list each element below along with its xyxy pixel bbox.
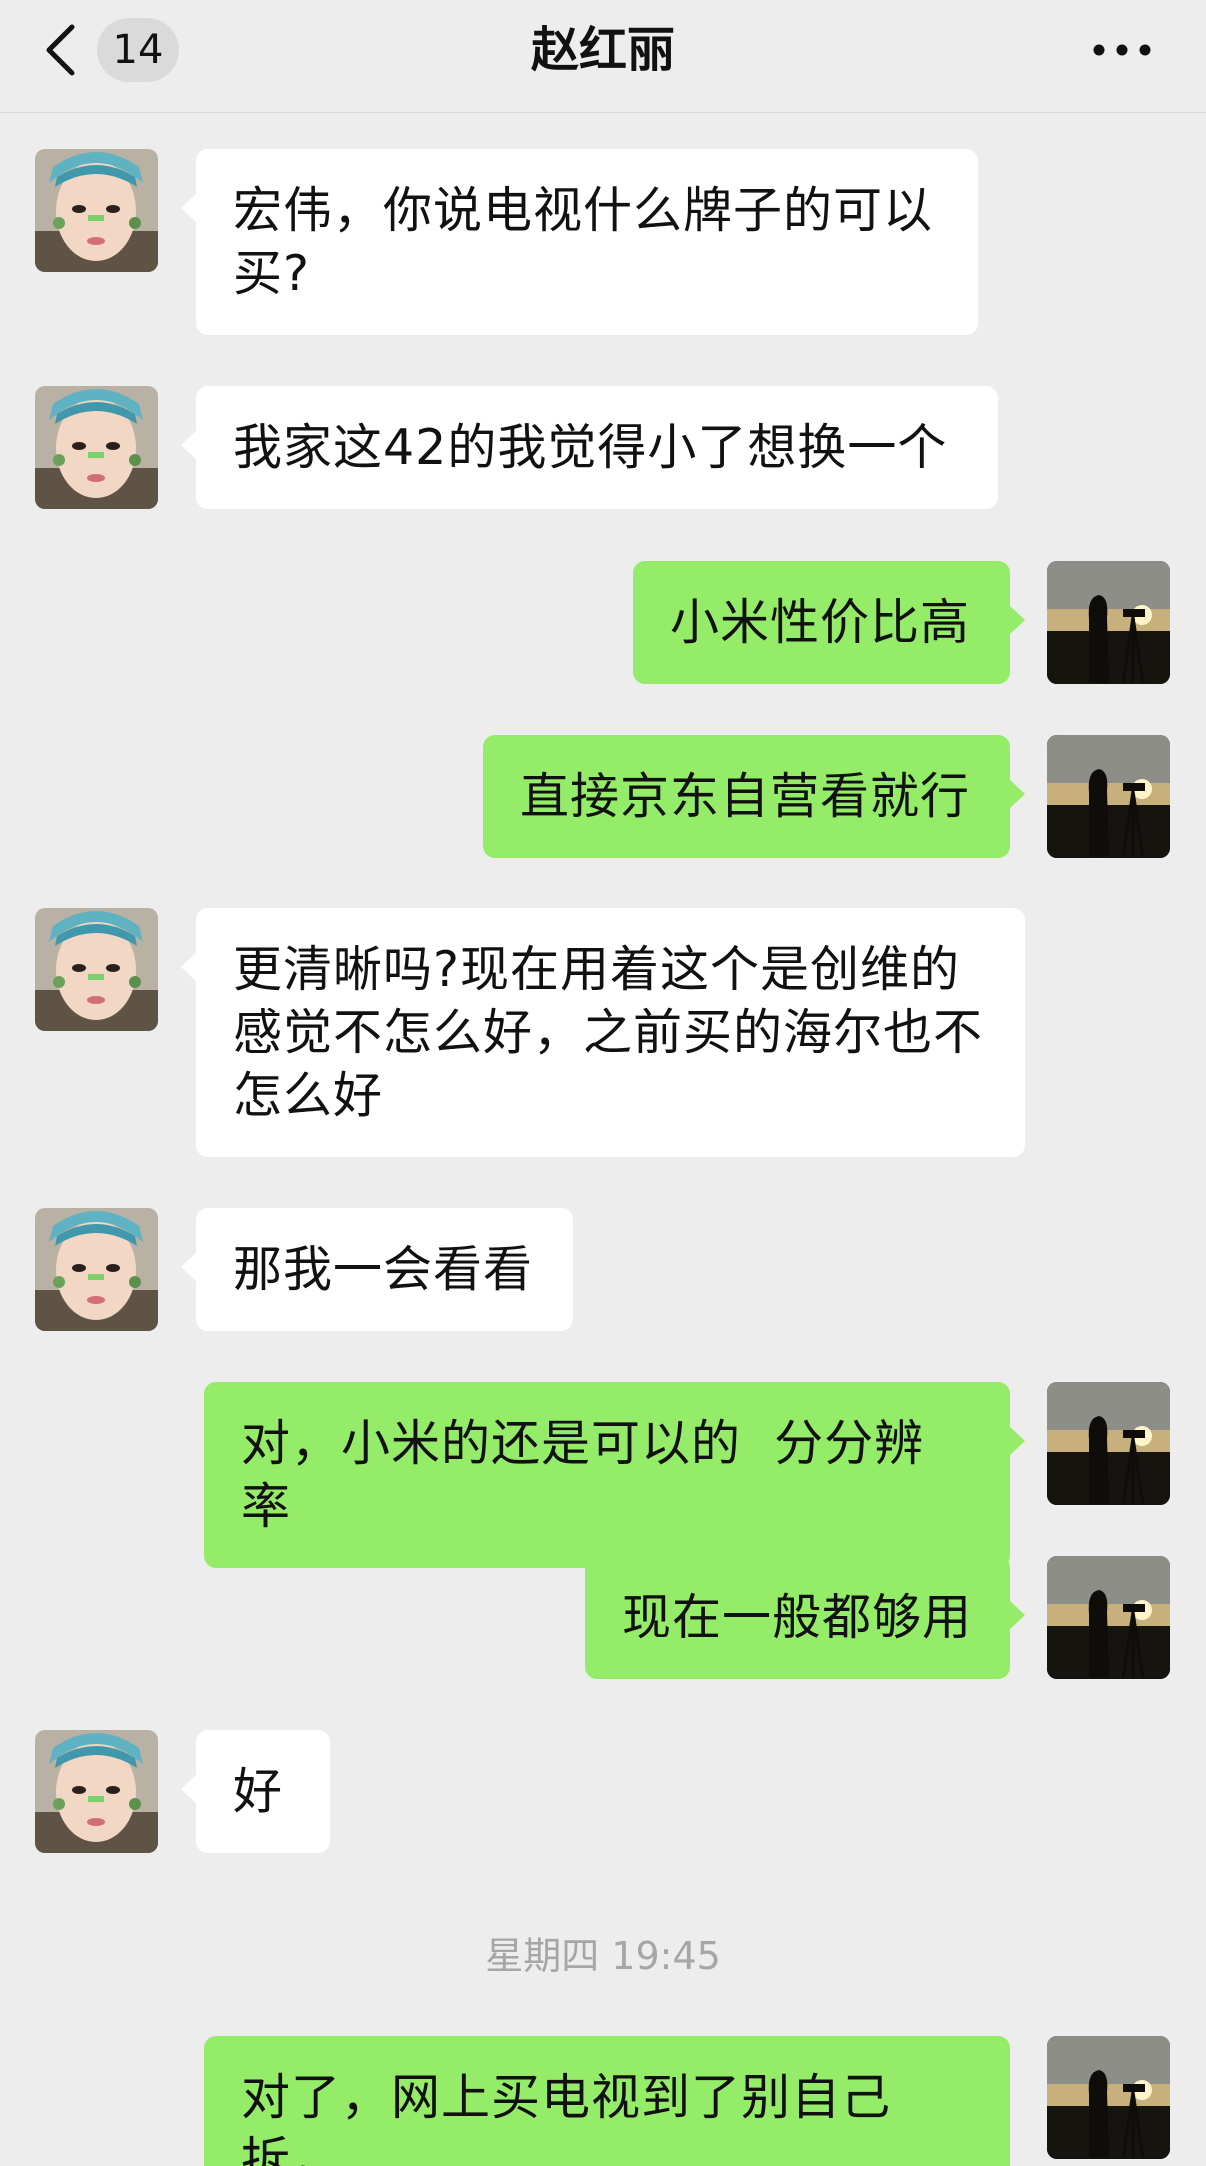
- message-bubble-outgoing[interactable]: 现在一般都够用: [585, 1556, 1025, 1679]
- message-bubble-outgoing[interactable]: 小米性价比高: [633, 561, 1025, 684]
- chat-title: 赵红丽: [530, 22, 675, 78]
- message-bubble-outgoing[interactable]: 直接京东自营看就行: [483, 735, 1025, 858]
- my-avatar[interactable]: [1047, 1556, 1170, 1679]
- my-avatar[interactable]: [1047, 1382, 1170, 1505]
- contact-avatar[interactable]: [35, 386, 158, 509]
- message-bubble-outgoing[interactable]: 对，小米的还是可以的 分分辨率: [204, 1382, 1025, 1568]
- chevron-left-icon: [46, 24, 75, 76]
- message-bubble-incoming[interactable]: 好: [181, 1730, 330, 1853]
- contact-avatar[interactable]: [35, 149, 158, 272]
- back-button[interactable]: [40, 22, 80, 78]
- message-bubble-incoming[interactable]: 那我一会看看: [181, 1208, 573, 1331]
- message-bubble-outgoing[interactable]: 对了，网上买电视到了别自己拆， 让预约上门的人拆，切记: [204, 2036, 1010, 2166]
- my-avatar[interactable]: [1047, 2036, 1170, 2159]
- chat-header: 14 赵红丽: [0, 0, 1206, 113]
- contact-avatar[interactable]: [35, 1208, 158, 1331]
- more-dots-icon: [1093, 44, 1151, 56]
- message-bubble-incoming[interactable]: 宏伟，你说电视什么牌子的可以 买?: [181, 149, 978, 335]
- more-button[interactable]: [1080, 22, 1164, 78]
- my-avatar[interactable]: [1047, 735, 1170, 858]
- my-avatar[interactable]: [1047, 561, 1170, 684]
- unread-count-badge[interactable]: 14: [97, 18, 179, 82]
- contact-avatar[interactable]: [35, 1730, 158, 1853]
- time-divider: 星期四 19:45: [485, 1934, 721, 1978]
- message-bubble-incoming[interactable]: 我家这42的我觉得小了想换一个: [181, 386, 998, 509]
- contact-avatar[interactable]: [35, 908, 158, 1031]
- message-bubble-incoming[interactable]: 更清晰吗?现在用着这个是创维的 感觉不怎么好，之前买的海尔也不 怎么好: [181, 908, 1025, 1157]
